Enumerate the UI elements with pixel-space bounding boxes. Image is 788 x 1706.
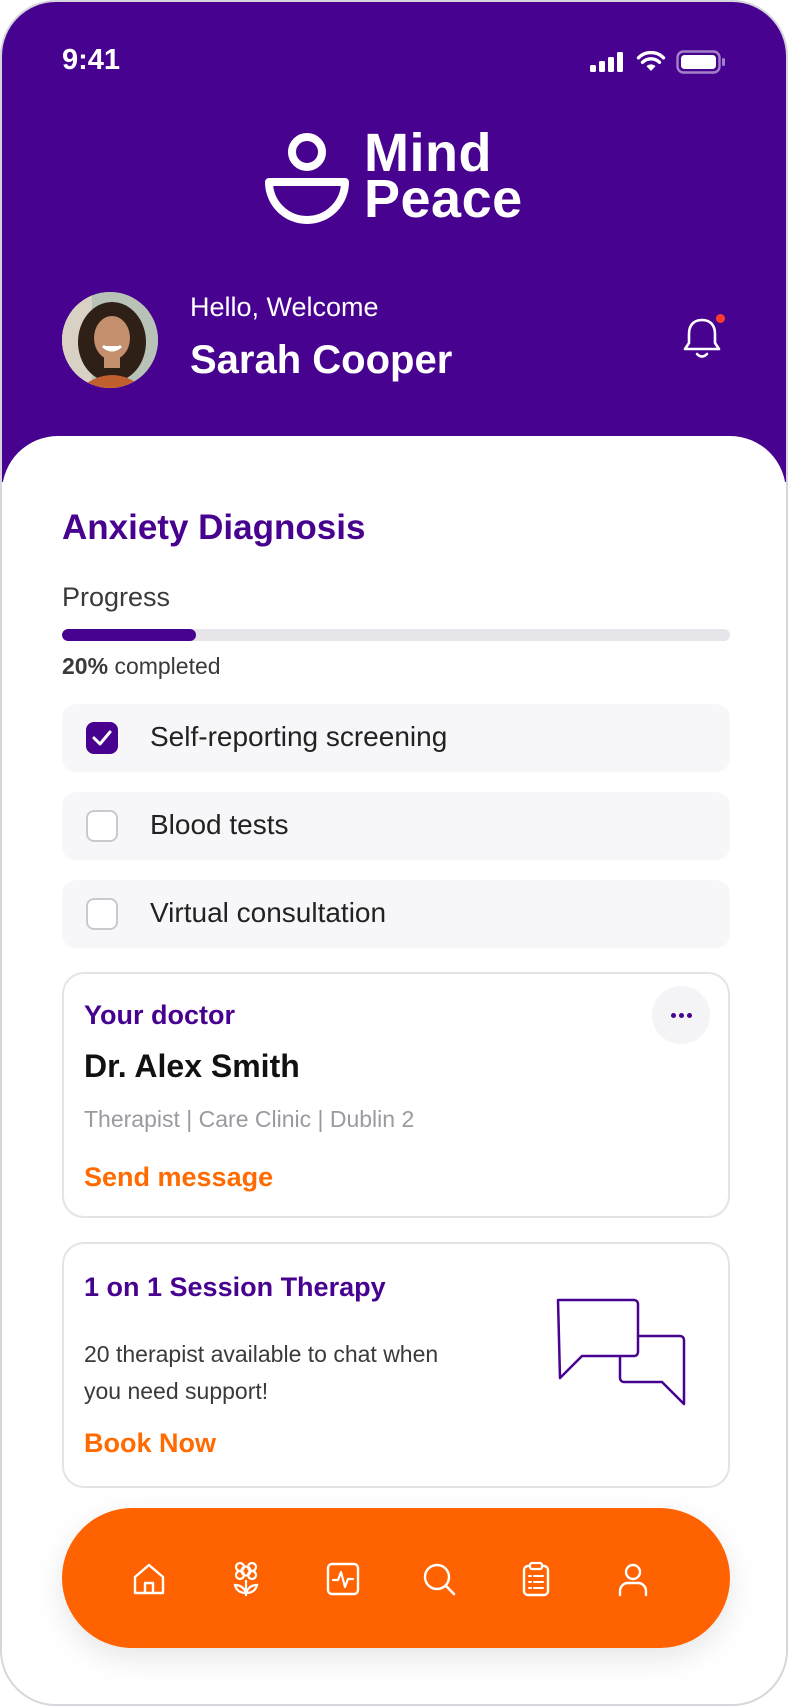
progress-suffix: completed: [114, 653, 221, 679]
step-checkbox[interactable]: [86, 810, 118, 842]
doctor-card: Your doctor Dr. Alex Smith Therapist | C…: [62, 972, 730, 1218]
brand-name-line2: Peace: [364, 169, 523, 229]
profile-icon[interactable]: [614, 1560, 652, 1598]
step-label: Self-reporting screening: [150, 721, 448, 752]
chat-bubbles-icon: [556, 1298, 686, 1406]
avatar-photo: [62, 292, 158, 388]
step-label: Virtual consultation: [150, 897, 387, 928]
header: 9:41 Mind Peace Hello, Welcome Sarah Coo…: [2, 2, 786, 482]
step-checkbox[interactable]: [86, 722, 118, 754]
more-options-button[interactable]: [652, 986, 710, 1044]
progress-text: 20% completed: [62, 653, 221, 680]
greeting-text: Hello, Welcome: [190, 292, 379, 322]
doctor-name: Dr. Alex Smith: [84, 1048, 300, 1084]
step-item[interactable]: Blood tests: [62, 792, 730, 860]
more-dot: [671, 1013, 676, 1018]
search-icon[interactable]: [420, 1560, 458, 1598]
notification-dot: [716, 314, 725, 323]
doctor-meta: Therapist | Care Clinic | Dublin 2: [84, 1106, 415, 1132]
wifi-icon: [636, 51, 666, 71]
session-description: 20 therapist available to chat when you …: [84, 1341, 439, 1404]
diagnosis-title: Anxiety Diagnosis: [62, 508, 366, 547]
progress-fill: [62, 629, 196, 641]
mind-peace-logo-icon: [265, 133, 349, 224]
step-label: Blood tests: [150, 809, 289, 840]
step-checkbox[interactable]: [86, 898, 118, 930]
book-now-link[interactable]: Book Now: [84, 1428, 216, 1459]
brand-logo: Mind Peace: [264, 126, 540, 229]
progress-bar: [62, 629, 730, 641]
status-time: 9:41: [62, 44, 121, 76]
step-item[interactable]: Self-reporting screening: [62, 704, 730, 772]
user-name: Sarah Cooper: [190, 338, 453, 382]
avatar[interactable]: [62, 292, 158, 388]
status-bar: 9:41: [2, 2, 786, 122]
status-icons: [590, 50, 726, 74]
more-dot: [679, 1013, 684, 1018]
bottom-nav: [62, 1508, 730, 1648]
activity-icon[interactable]: [324, 1560, 362, 1598]
step-item[interactable]: Virtual consultation: [62, 880, 730, 948]
session-card: 1 on 1 Session Therapy 20 therapist avai…: [62, 1242, 730, 1488]
more-dot: [687, 1013, 692, 1018]
brand-name: Mind Peace: [364, 126, 523, 229]
checkmark-icon: [92, 730, 112, 746]
progress-label: Progress: [62, 582, 171, 612]
doctor-card-eyebrow: Your doctor: [84, 1000, 235, 1030]
progress-percent: 20%: [62, 653, 109, 679]
flower-icon[interactable]: [227, 1560, 265, 1598]
battery-icon: [676, 50, 725, 74]
signal-icon: [590, 52, 623, 72]
clipboard-icon[interactable]: [517, 1560, 555, 1598]
phone-screen: 9:41 Mind Peace Hello, Welcome Sarah Coo…: [0, 0, 788, 1706]
send-message-link[interactable]: Send message: [84, 1162, 273, 1193]
session-title: 1 on 1 Session Therapy: [84, 1272, 386, 1302]
home-icon[interactable]: [130, 1560, 168, 1598]
